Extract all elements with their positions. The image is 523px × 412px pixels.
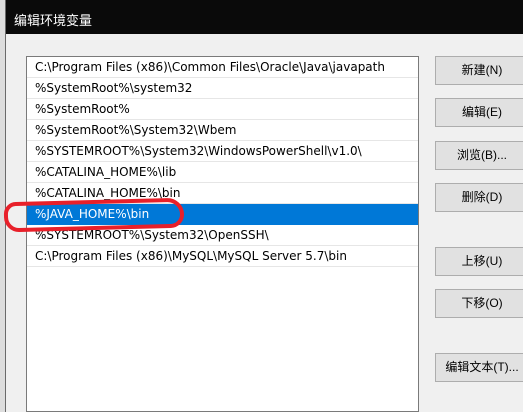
path-entries-list[interactable]: C:\Program Files (x86)\Common Files\Orac… [26,56,419,412]
delete-button[interactable]: 删除(D) [435,183,523,212]
list-item[interactable]: %SystemRoot%\system32 [27,78,418,99]
list-item[interactable]: %SystemRoot%\System32\Wbem [27,120,418,141]
list-item[interactable]: %SystemRoot% [27,99,418,120]
list-item-text: C:\Program Files (x86)\MySQL\MySQL Serve… [35,249,347,263]
move-up-button[interactable]: 上移(U) [435,247,523,276]
list-item[interactable]: C:\Program Files (x86)\Common Files\Orac… [27,57,418,78]
list-item-text: C:\Program Files (x86)\Common Files\Orac… [35,60,385,74]
red-highlight-annotation [3,197,185,233]
list-item[interactable]: %CATALINA_HOME%\lib [27,162,418,183]
list-item-text: %SystemRoot%\system32 [35,81,193,95]
title-bar[interactable]: 编辑环境变量 [6,0,523,34]
new-button[interactable]: 新建(N) [435,56,523,85]
list-item-text: %SystemRoot% [35,102,130,116]
list-item-text: %CATALINA_HOME%\lib [35,165,177,179]
list-item-text: %SYSTEMROOT%\System32\WindowsPowerShell\… [35,144,362,158]
edit-text-button[interactable]: 编辑文本(T)... [435,353,523,382]
browse-button[interactable]: 浏览(B)... [435,141,523,170]
move-down-button[interactable]: 下移(O) [435,289,523,318]
list-item[interactable]: %SYSTEMROOT%\System32\WindowsPowerShell\… [27,141,418,162]
list-item-text: %SystemRoot%\System32\Wbem [35,123,237,137]
list-item[interactable]: C:\Program Files (x86)\MySQL\MySQL Serve… [27,246,418,267]
edit-button[interactable]: 编辑(E) [435,98,523,127]
dialog-title: 编辑环境变量 [14,14,93,29]
